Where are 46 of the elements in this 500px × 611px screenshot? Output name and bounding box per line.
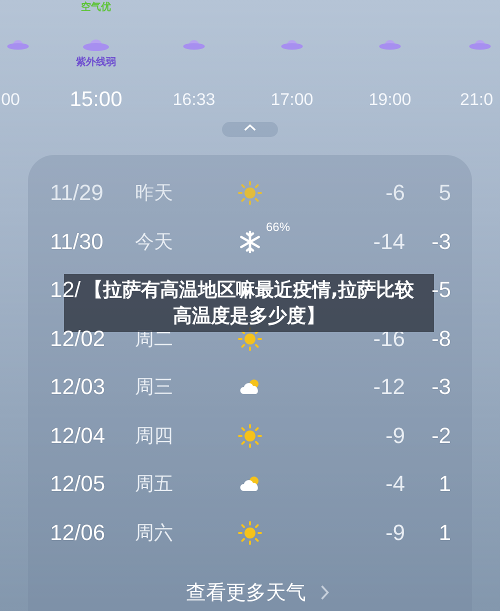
low-temperature: -4: [385, 471, 405, 496]
hour-time[interactable]: 16:33: [172, 90, 216, 110]
weekday-label: 昨天: [135, 183, 173, 204]
high-temperature: -2: [431, 422, 451, 448]
forecast-date: 11/29: [50, 180, 104, 206]
sun-icon: [238, 181, 262, 206]
chevron-icon: [244, 124, 256, 131]
snowflake-icon: [238, 230, 262, 254]
collapse-button[interactable]: [222, 122, 278, 137]
low-temperature: -9: [385, 422, 405, 448]
forecast-date: 12/05: [50, 471, 106, 498]
air-quality-label: 空气优: [81, 0, 111, 15]
low-temperature: -9: [385, 520, 405, 545]
sun-icon: [238, 424, 262, 448]
forecast-date: 11/30: [50, 228, 104, 255]
high-temperature: 1: [438, 471, 451, 496]
high-temperature: 5: [438, 180, 451, 206]
hour-time[interactable]: 19:00: [368, 90, 412, 110]
high-temperature: -3: [431, 374, 451, 400]
hour-time[interactable]: 15:00: [70, 88, 122, 112]
low-temperature: -12: [373, 374, 405, 400]
weekday-label: 周二: [135, 328, 173, 350]
high-temperature: -3: [431, 228, 451, 254]
weekday-label: 周六: [135, 522, 173, 544]
precipitation-chance: 66%: [266, 220, 290, 234]
forecast-date: 12/06: [50, 520, 106, 546]
high-temperature: -8: [431, 326, 451, 351]
hour-time[interactable]: 17:00: [270, 90, 314, 110]
forecast-date: 12/: [50, 277, 81, 304]
forecast-date: 12/02: [50, 326, 106, 352]
high-temperature: 1: [438, 520, 451, 545]
chevron-icon: [320, 585, 329, 600]
uv-label: 紫外线弱: [76, 56, 116, 70]
weekday-label: 今天: [135, 232, 173, 253]
forecast-date: 12/03: [50, 374, 106, 400]
weekday-label: 周五: [135, 474, 173, 496]
low-temperature: -14: [373, 228, 405, 254]
weekday-label: 周四: [135, 426, 173, 447]
forecast-date: 12/04: [50, 422, 106, 449]
hour-time[interactable]: 00: [1, 90, 20, 110]
hour-time[interactable]: 21:0: [460, 90, 494, 110]
low-temperature: -16: [373, 326, 405, 351]
weekday-label: 周三: [135, 377, 173, 398]
sun-icon: [238, 520, 262, 545]
low-temperature: -6: [385, 180, 405, 206]
more-weather-link[interactable]: 查看更多天气: [172, 579, 329, 606]
